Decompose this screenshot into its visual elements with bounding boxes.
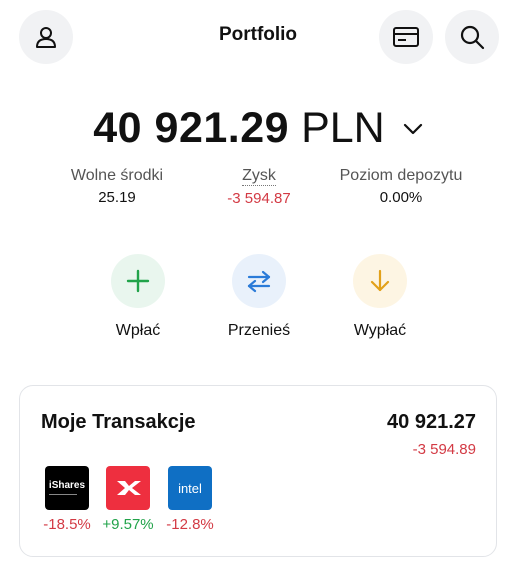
plus-icon[interactable]: [111, 254, 165, 308]
action-label: Wypłać: [353, 322, 407, 339]
holding-change: -12.8%: [166, 516, 214, 533]
arrow-down-icon[interactable]: [353, 254, 407, 308]
balance-selector[interactable]: 40 921.29 PLN: [0, 104, 516, 153]
withdraw-button[interactable]: Wypłać: [320, 254, 440, 340]
balance-amount: 40 921.29: [93, 104, 290, 152]
logo-text: intel: [178, 480, 202, 496]
xtb-logo: [106, 466, 150, 510]
card-total: 40 921.27: [387, 411, 476, 433]
deposit-button[interactable]: Wpłać: [78, 254, 198, 340]
holding-change: +9.57%: [102, 516, 154, 533]
stat-label[interactable]: Zysk: [242, 167, 276, 186]
action-label: Wpłać: [115, 322, 161, 339]
search-icon: [460, 25, 485, 50]
card-title: Moje Transakcje: [41, 411, 196, 433]
transfer-icon[interactable]: [232, 254, 286, 308]
chevron-down-icon[interactable]: [403, 123, 423, 135]
transfer-button[interactable]: Przenieś: [199, 254, 319, 340]
card-button[interactable]: [379, 10, 433, 64]
stat-label: Poziom depozytu: [339, 167, 463, 184]
search-button[interactable]: [445, 10, 499, 64]
card-icon: [393, 27, 419, 47]
action-label: Przenieś: [227, 322, 291, 339]
intel-logo: intel: [168, 466, 212, 510]
holding-ishares[interactable]: iShares -18.5%: [37, 466, 97, 533]
card-change: -3 594.89: [412, 441, 476, 458]
ishares-logo: iShares: [45, 466, 89, 510]
transactions-card[interactable]: Moje Transakcje 40 921.27 -3 594.89 iSha…: [19, 385, 497, 557]
stat-value: 0.00%: [379, 189, 423, 206]
holding-intel[interactable]: intel -12.8%: [160, 466, 220, 533]
stat-margin-level: Poziom depozytu 0.00%: [316, 167, 486, 206]
page-title: Portfolio: [218, 24, 298, 45]
logo-text: iShares: [48, 480, 86, 491]
holding-change: -18.5%: [43, 516, 91, 533]
holding-xtb[interactable]: +9.57%: [98, 466, 158, 533]
balance-currency: PLN: [301, 104, 385, 152]
